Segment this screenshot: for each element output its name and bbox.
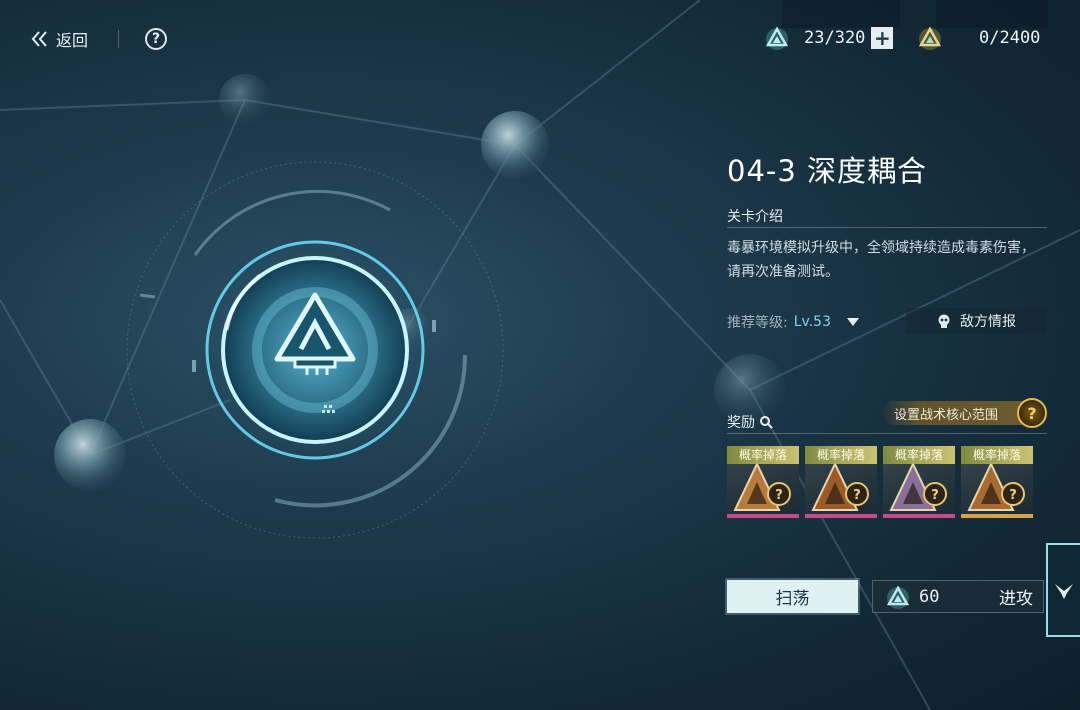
stage-portal[interactable] <box>120 155 510 545</box>
reward-label: 奖励 <box>727 415 755 431</box>
attack-cost: 60 <box>919 586 940 607</box>
stamina-value: 23/320 <box>804 28 866 48</box>
double-chevron-left-icon <box>31 31 47 47</box>
set-core-range-button[interactable]: 设置战术核心范围 ? <box>880 398 1050 428</box>
energy-triangle-icon <box>765 26 789 50</box>
core-range-label: 设置战术核心范围 <box>894 407 999 423</box>
add-stamina-button[interactable]: + <box>871 27 894 49</box>
intro-heading: 关卡介绍 <box>727 206 1047 228</box>
recommend-value: Lv.53 <box>793 314 831 330</box>
rarity-stripe <box>727 514 799 518</box>
help-button[interactable]: ? <box>145 28 168 50</box>
reward-item[interactable]: ? 概率掉落 <box>805 446 877 518</box>
sweep-button[interactable]: 扫荡 <box>727 580 858 613</box>
enemy-skull-icon <box>938 314 950 328</box>
recommend-label: 推荐等级: <box>727 315 788 331</box>
svg-text:?: ? <box>775 488 783 503</box>
back-label: 返回 <box>56 31 89 50</box>
back-button[interactable]: 返回 <box>30 27 88 51</box>
rarity-stripe <box>883 514 955 518</box>
svg-text:?: ? <box>853 488 861 503</box>
core-help-icon[interactable]: ? <box>1017 398 1047 428</box>
currency-value: 0/2400 <box>979 28 1041 48</box>
recommended-level[interactable]: 推荐等级: Lv.53 <box>727 312 859 332</box>
side-drawer-tab[interactable] <box>1046 543 1080 637</box>
drop-chance-tag: 概率掉落 <box>805 446 877 464</box>
top-left-bar: 返回 ? <box>30 24 168 54</box>
enemy-intel-label: 敌方情报 <box>960 314 1016 330</box>
reward-item[interactable]: ? 概率掉落 <box>727 446 799 518</box>
enemy-intel-button[interactable]: 敌方情报 <box>906 308 1046 334</box>
stage-description: 毒暴环境模拟升级中，全领域持续造成毒素伤害，请再次准备测试。 <box>727 240 1035 280</box>
dropdown-caret-icon <box>846 318 859 326</box>
rarity-stripe <box>805 514 877 518</box>
stamina-counter: 23/320 + <box>764 24 894 52</box>
svg-text:?: ? <box>1009 488 1017 503</box>
drop-chance-tag: 概率掉落 <box>883 446 955 464</box>
reward-item[interactable]: ? 概率掉落 <box>961 446 1033 518</box>
attack-label: 进攻 <box>999 589 1033 609</box>
plane-icon <box>1055 584 1073 599</box>
divider <box>118 30 120 48</box>
stage-title: 04-3 深度耦合 <box>727 154 928 188</box>
attack-button[interactable]: 60 进攻 <box>872 580 1044 613</box>
energy-triangle-icon <box>886 584 910 609</box>
drop-chance-tag: 概率掉落 <box>961 446 1033 464</box>
currency-counter: 0/2400 <box>917 24 1040 52</box>
svg-text:?: ? <box>931 488 939 503</box>
search-icon[interactable] <box>759 415 773 429</box>
gold-triangle-icon <box>918 26 942 50</box>
reward-list: ? 概率掉落? 概率掉落? 概率掉落? 概率掉落 <box>727 446 1047 520</box>
drop-chance-tag: 概率掉落 <box>727 446 799 464</box>
reward-item[interactable]: ? 概率掉落 <box>883 446 955 518</box>
intro-label: 关卡介绍 <box>727 209 783 225</box>
rarity-stripe <box>961 514 1033 518</box>
